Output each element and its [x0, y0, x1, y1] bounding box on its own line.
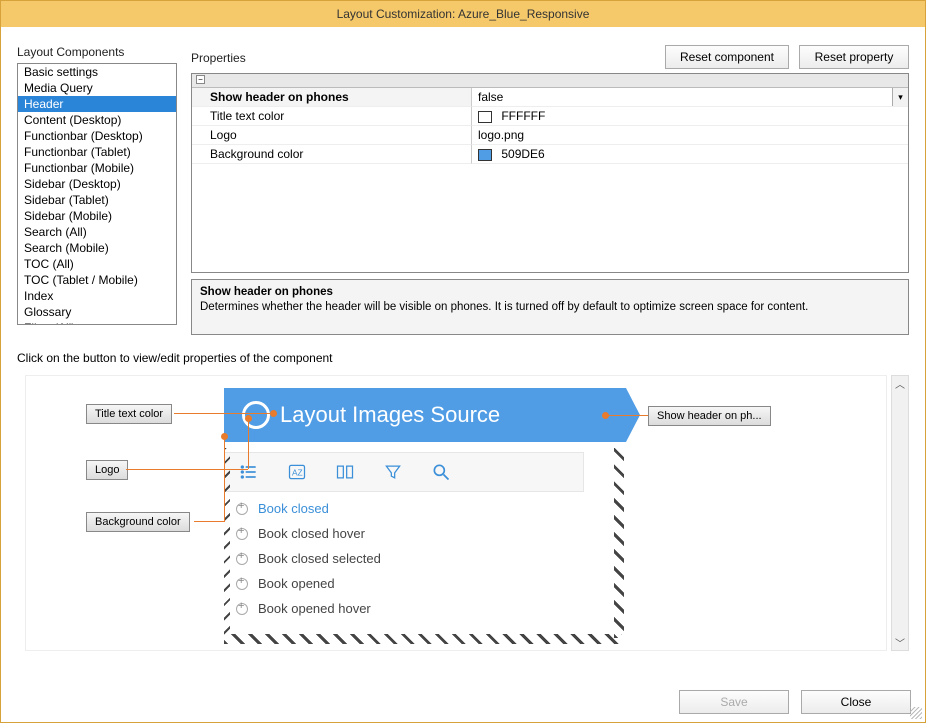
component-item[interactable]: Content (Desktop) [18, 112, 176, 128]
component-item[interactable]: Glossary [18, 304, 176, 320]
footer: Save Close [1, 682, 925, 722]
prop-row-show-header[interactable]: Show header on phones false ▾ [192, 88, 908, 107]
component-item[interactable]: Functionbar (Mobile) [18, 160, 176, 176]
chevron-down-icon[interactable]: ▾ [892, 88, 908, 106]
content-area: Layout Components Basic settingsMedia Qu… [1, 27, 925, 682]
component-item[interactable]: TOC (Tablet / Mobile) [18, 272, 176, 288]
toc-label: Book closed hover [258, 526, 365, 541]
color-swatch [478, 149, 492, 161]
preview-area: Layout Images Source AZ Book closedBook … [17, 375, 909, 651]
book-icon[interactable] [335, 462, 355, 482]
resize-grip[interactable] [910, 707, 922, 719]
expand-icon[interactable] [236, 553, 248, 565]
toc-row[interactable]: Book closed [224, 496, 584, 521]
collapse-icon[interactable]: − [196, 75, 205, 84]
component-item[interactable]: Media Query [18, 80, 176, 96]
toc-row[interactable]: Book opened hover [224, 596, 584, 621]
expand-icon[interactable] [236, 503, 248, 515]
toc-row[interactable]: Book closed selected [224, 546, 584, 571]
close-button[interactable]: Close [801, 690, 911, 714]
component-item[interactable]: Functionbar (Tablet) [18, 144, 176, 160]
component-item[interactable]: Filter (All) [18, 320, 176, 325]
prop-row-logo[interactable]: Logo logo.png [192, 126, 908, 145]
component-item[interactable]: Sidebar (Mobile) [18, 208, 176, 224]
prop-row-title-color[interactable]: Title text color FFFFFF [192, 107, 908, 126]
torn-edge [224, 634, 622, 644]
component-item[interactable]: Index [18, 288, 176, 304]
save-button[interactable]: Save [679, 690, 789, 714]
preview-toolbar[interactable]: AZ [224, 452, 584, 492]
toc-label: Book opened hover [258, 601, 371, 616]
scroll-up-icon[interactable]: ︿ [895, 376, 905, 391]
expand-icon[interactable] [236, 578, 248, 590]
preview-toc[interactable]: Book closed Book closed hover Book closed … [224, 496, 584, 621]
preview-scrollbar[interactable]: ︿ ﹀ [891, 375, 909, 651]
expand-icon[interactable] [236, 603, 248, 615]
component-item[interactable]: Search (All) [18, 224, 176, 240]
color-swatch [478, 111, 492, 123]
list-icon[interactable] [239, 462, 259, 482]
preview-canvas[interactable]: Layout Images Source AZ Book closedBook … [25, 375, 887, 651]
component-item[interactable]: TOC (All) [18, 256, 176, 272]
reset-property-button[interactable]: Reset property [799, 45, 909, 69]
svg-text:AZ: AZ [292, 467, 303, 477]
prop-row-bg-color[interactable]: Background color 509DE6 [192, 145, 908, 164]
component-item[interactable]: Basic settings [18, 64, 176, 80]
toc-row[interactable]: Book opened [224, 571, 584, 596]
callout-logo[interactable]: Logo [86, 460, 128, 480]
window-title: Layout Customization: Azure_Blue_Respons… [1, 1, 925, 27]
preview-header[interactable]: Layout Images Source [224, 388, 626, 442]
search-icon[interactable] [431, 462, 451, 482]
component-item[interactable]: Header [18, 96, 176, 112]
toc-label: Book closed selected [258, 551, 381, 566]
components-label: Layout Components [17, 45, 177, 59]
property-grid[interactable]: − Show header on phones false ▾ Title te… [191, 73, 909, 273]
component-item[interactable]: Sidebar (Desktop) [18, 176, 176, 192]
torn-edge [614, 448, 624, 638]
hint-text: Click on the button to view/edit propert… [17, 351, 909, 365]
callout-title-color[interactable]: Title text color [86, 404, 172, 424]
scroll-down-icon[interactable]: ﹀ [895, 635, 905, 650]
reset-component-button[interactable]: Reset component [665, 45, 789, 69]
expand-icon[interactable] [236, 528, 248, 540]
window: Layout Customization: Azure_Blue_Respons… [0, 0, 926, 723]
az-icon[interactable]: AZ [287, 462, 307, 482]
components-listbox[interactable]: Basic settingsMedia QueryHeaderContent (… [17, 63, 177, 325]
description-body: Determines whether the header will be vi… [200, 301, 900, 313]
description-panel: Show header on phones Determines whether… [191, 279, 909, 335]
component-item[interactable]: Sidebar (Tablet) [18, 192, 176, 208]
preview-title: Layout Images Source [280, 402, 500, 428]
toc-label: Book closed [258, 501, 329, 516]
callout-show-header[interactable]: Show header on ph... [648, 406, 771, 426]
toc-label: Book opened [258, 576, 335, 591]
component-item[interactable]: Search (Mobile) [18, 240, 176, 256]
callout-bg-color[interactable]: Background color [86, 512, 190, 532]
component-item[interactable]: Functionbar (Desktop) [18, 128, 176, 144]
toc-row[interactable]: Book closed hover [224, 521, 584, 546]
properties-label: Properties [191, 51, 246, 65]
description-title: Show header on phones [200, 286, 900, 298]
filter-icon[interactable] [383, 462, 403, 482]
